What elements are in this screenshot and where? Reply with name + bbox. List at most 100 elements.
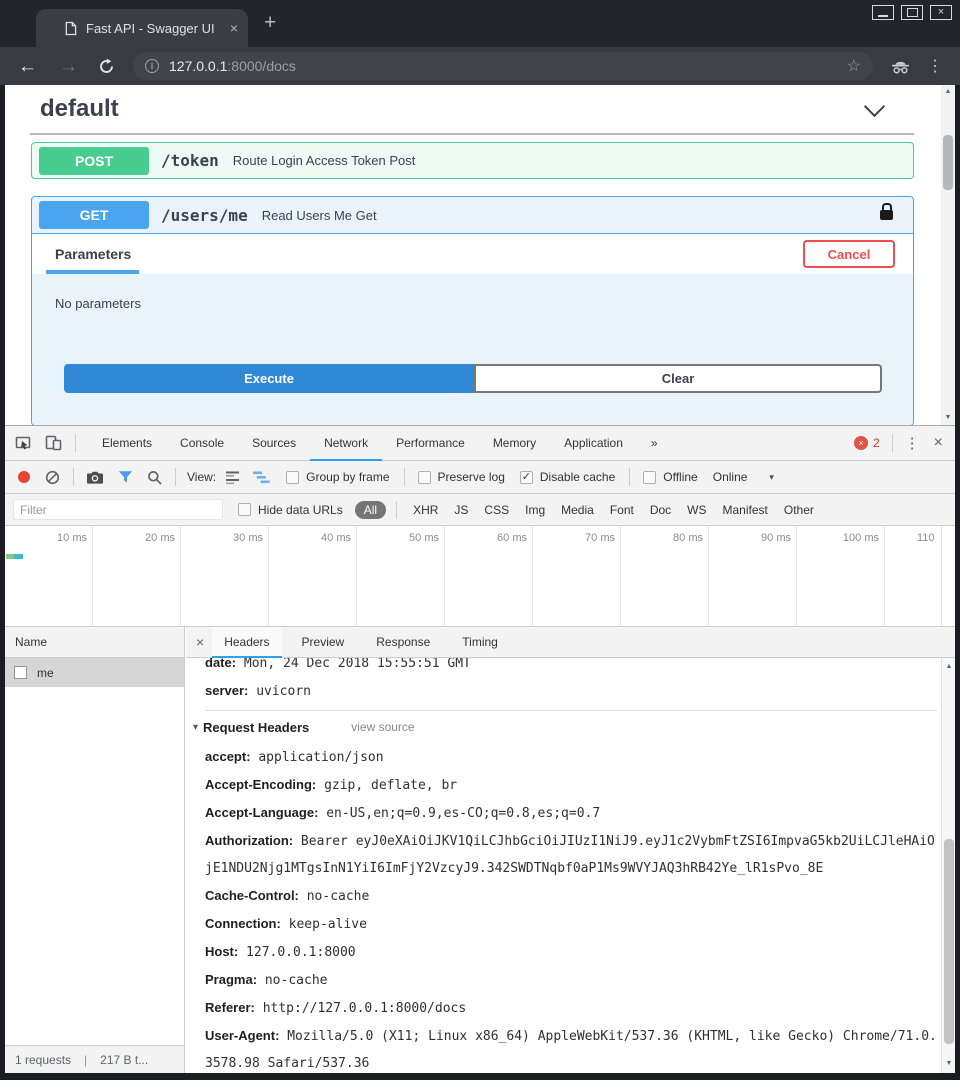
scrollbar-thumb[interactable] bbox=[944, 839, 954, 1044]
separator bbox=[75, 434, 76, 452]
tab-close-icon[interactable]: × bbox=[230, 20, 238, 36]
error-badge-icon[interactable]: × bbox=[854, 436, 868, 450]
execute-button[interactable]: Execute bbox=[64, 364, 474, 393]
tab-elements[interactable]: Elements bbox=[88, 426, 166, 460]
timeline-tick: 20 ms bbox=[95, 532, 175, 544]
network-status-bar: 1 requests | 217 B t... bbox=[5, 1045, 185, 1073]
devtools-close-icon[interactable]: × bbox=[934, 434, 943, 452]
header-row: Cache-Control: no-cache bbox=[205, 882, 937, 910]
browser-titlebar: Fast API - Swagger UI × + × bbox=[0, 0, 960, 47]
network-overview-timeline[interactable]: 10 ms 20 ms 30 ms 40 ms 50 ms 60 ms 70 m… bbox=[5, 526, 955, 627]
more-tabs-icon[interactable]: » bbox=[637, 426, 672, 460]
clear-button[interactable]: Clear bbox=[474, 364, 882, 393]
filter-funnel-icon[interactable] bbox=[118, 470, 133, 484]
name-column-header[interactable]: Name bbox=[5, 627, 184, 658]
disclosure-triangle-icon[interactable]: ▾ bbox=[193, 722, 198, 733]
clear-icon[interactable] bbox=[45, 470, 60, 485]
view-source-link[interactable]: view source bbox=[351, 720, 414, 734]
chevron-down-icon[interactable] bbox=[864, 96, 885, 117]
endpoint-post-token[interactable]: POST /token Route Login Access Token Pos… bbox=[31, 142, 914, 179]
filter-type-js[interactable]: JS bbox=[454, 503, 468, 517]
tab-response[interactable]: Response bbox=[364, 627, 442, 657]
device-toolbar-icon[interactable] bbox=[45, 435, 62, 451]
filter-type-all[interactable]: All bbox=[355, 501, 386, 519]
no-parameters-text: No parameters bbox=[55, 296, 141, 311]
headers-detail-body: date: Mon, 24 Dec 2018 15:55:51 GMT serv… bbox=[186, 658, 941, 1073]
record-button[interactable] bbox=[18, 471, 30, 483]
maximize-button[interactable] bbox=[901, 5, 923, 20]
filter-type-other[interactable]: Other bbox=[784, 503, 814, 517]
scrollbar-thumb[interactable] bbox=[943, 135, 953, 190]
group-by-frame-label: Group by frame bbox=[306, 470, 389, 484]
close-window-button[interactable]: × bbox=[930, 5, 952, 20]
view-label: View: bbox=[187, 470, 216, 484]
scroll-up-arrow[interactable]: ▲ bbox=[941, 85, 955, 99]
request-details-pane: × Headers Preview Response Timing date: … bbox=[186, 627, 955, 1073]
tab-sources[interactable]: Sources bbox=[238, 426, 310, 460]
cancel-button[interactable]: Cancel bbox=[803, 240, 895, 268]
request-row-me[interactable]: me bbox=[5, 658, 184, 687]
screenshot-camera-icon[interactable] bbox=[86, 470, 104, 485]
scroll-down-arrow[interactable]: ▼ bbox=[942, 1057, 956, 1071]
header-row: Host: 127.0.0.1:8000 bbox=[205, 938, 937, 966]
timeline-gridline bbox=[620, 526, 621, 626]
timeline-gridline bbox=[884, 526, 885, 626]
preserve-log-label: Preserve log bbox=[438, 470, 505, 484]
close-icon: × bbox=[938, 7, 944, 18]
waterfall-overview-icon[interactable] bbox=[253, 470, 270, 485]
response-headers-section: date: Mon, 24 Dec 2018 15:55:51 GMT serv… bbox=[205, 658, 937, 711]
tab-preview[interactable]: Preview bbox=[290, 627, 357, 657]
browser-menu-icon[interactable]: ⋮ bbox=[927, 56, 943, 76]
throttling-select[interactable]: Online bbox=[713, 470, 748, 484]
filter-type-manifest[interactable]: Manifest bbox=[723, 503, 768, 517]
browser-tab[interactable]: Fast API - Swagger UI × bbox=[36, 9, 248, 47]
endpoint-path: /users/me bbox=[161, 206, 248, 225]
filter-type-css[interactable]: CSS bbox=[484, 503, 509, 517]
disable-cache-checkbox[interactable]: ✓ bbox=[520, 471, 533, 484]
bookmark-star-icon[interactable]: ☆ bbox=[847, 56, 861, 76]
filter-type-media[interactable]: Media bbox=[561, 503, 594, 517]
new-tab-button[interactable]: + bbox=[264, 11, 276, 35]
tab-memory[interactable]: Memory bbox=[479, 426, 550, 460]
lock-icon[interactable] bbox=[880, 210, 893, 220]
large-rows-icon[interactable] bbox=[226, 470, 241, 485]
request-headers-section-header[interactable]: ▾ Request Headers view source bbox=[193, 711, 937, 743]
dropdown-caret-icon[interactable]: ▾ bbox=[769, 472, 774, 483]
search-icon[interactable] bbox=[147, 470, 162, 485]
details-scrollbar[interactable]: ▲ ▼ bbox=[941, 658, 955, 1073]
scroll-up-arrow[interactable]: ▲ bbox=[942, 660, 956, 674]
offline-checkbox[interactable] bbox=[643, 471, 656, 484]
endpoint-header[interactable]: GET /users/me Read Users Me Get bbox=[32, 197, 913, 234]
tab-performance[interactable]: Performance bbox=[382, 426, 479, 460]
filter-type-ws[interactable]: WS bbox=[687, 503, 706, 517]
filter-input[interactable] bbox=[13, 499, 223, 520]
tab-parameters[interactable]: Parameters bbox=[55, 246, 131, 262]
header-row: User-Agent: Mozilla/5.0 (X11; Linux x86_… bbox=[205, 1022, 937, 1073]
timeline-tick: 70 ms bbox=[535, 532, 615, 544]
details-close-icon[interactable]: × bbox=[196, 634, 204, 650]
tab-network[interactable]: Network bbox=[310, 426, 382, 460]
tab-console[interactable]: Console bbox=[166, 426, 238, 460]
filter-type-font[interactable]: Font bbox=[610, 503, 634, 517]
preserve-log-checkbox[interactable] bbox=[418, 471, 431, 484]
tab-headers[interactable]: Headers bbox=[212, 627, 281, 657]
inspect-element-icon[interactable] bbox=[15, 435, 32, 451]
filter-type-img[interactable]: Img bbox=[525, 503, 545, 517]
tab-timing[interactable]: Timing bbox=[450, 627, 510, 657]
tab-application[interactable]: Application bbox=[550, 426, 637, 460]
filter-type-xhr[interactable]: XHR bbox=[413, 503, 438, 517]
filter-type-doc[interactable]: Doc bbox=[650, 503, 671, 517]
forward-button[interactable]: → bbox=[59, 57, 78, 76]
minimize-button[interactable] bbox=[872, 5, 894, 20]
timeline-tick: 110 bbox=[917, 532, 947, 544]
page-scrollbar[interactable]: ▲ ▼ bbox=[941, 85, 955, 425]
group-by-frame-checkbox[interactable] bbox=[286, 471, 299, 484]
site-info-icon[interactable]: i bbox=[145, 59, 159, 73]
disable-cache-label: Disable cache bbox=[540, 470, 615, 484]
reload-button[interactable] bbox=[98, 58, 115, 75]
address-bar[interactable]: i 127.0.0.1:8000/docs ☆ bbox=[133, 52, 873, 80]
scroll-down-arrow[interactable]: ▼ bbox=[941, 411, 955, 425]
devtools-menu-icon[interactable]: ⋮ bbox=[905, 434, 920, 452]
hide-data-urls-checkbox[interactable] bbox=[238, 503, 251, 516]
back-button[interactable]: ← bbox=[18, 57, 37, 76]
